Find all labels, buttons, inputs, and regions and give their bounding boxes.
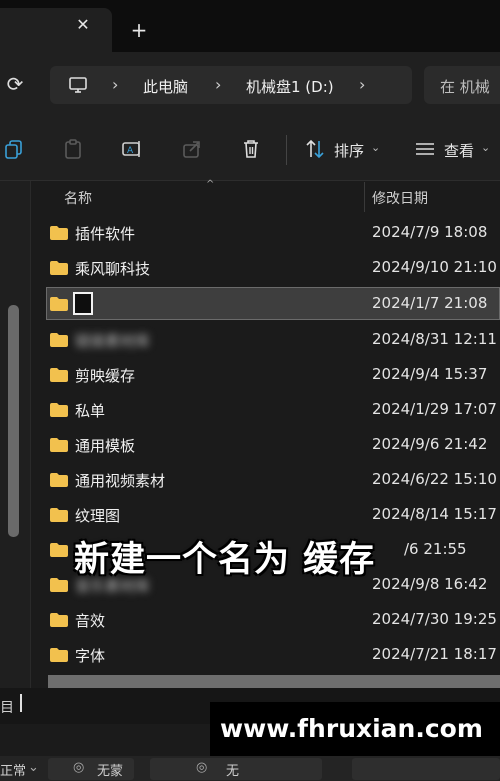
horizontal-scrollbar[interactable] — [48, 675, 500, 688]
item-name: 字体 — [75, 647, 106, 665]
video-caption: 新建一个名为 缓存 — [74, 540, 376, 580]
rename-icon[interactable]: A — [120, 137, 144, 161]
copy-icon[interactable] — [2, 137, 26, 161]
folder-icon — [50, 578, 68, 592]
blend-mode-value[interactable]: 正常 — [0, 760, 26, 779]
status-text: 目 — [0, 700, 14, 716]
item-name: 剪映缓存 — [75, 367, 136, 385]
share-icon[interactable] — [180, 137, 204, 161]
new-tab-button[interactable]: + — [128, 19, 150, 41]
column-divider[interactable] — [364, 182, 365, 212]
item-date: 2024/7/9 18:08 — [372, 223, 488, 241]
item-name: 链接素材库 — [75, 332, 151, 350]
item-name: 纹理图 — [75, 507, 121, 525]
folder-icon — [50, 297, 68, 311]
sort-ascending-icon: ^ — [206, 179, 215, 190]
folder-icon — [50, 613, 68, 627]
address-bar[interactable] — [50, 66, 412, 104]
item-date: 2024/9/8 16:42 — [372, 575, 488, 593]
item-date: 2024/6/22 15:10 — [372, 470, 497, 488]
chevron-down-icon[interactable]: ⌄ — [28, 760, 39, 775]
delete-icon[interactable] — [239, 137, 263, 161]
item-date: 2024/1/29 17:07 — [372, 400, 497, 418]
folder-icon — [50, 438, 68, 452]
item-date: 2024/8/14 15:17 — [372, 505, 497, 523]
item-date: 2024/9/4 15:37 — [372, 365, 488, 383]
item-name: 插件软件 — [75, 225, 136, 243]
item-name: 通用视频素材 — [75, 472, 166, 490]
item-name: 私单 — [75, 402, 106, 420]
breadcrumb-this-pc[interactable]: 此电脑 — [143, 76, 188, 97]
chevron-down-icon[interactable]: ⌄ — [371, 141, 380, 154]
item-name: 音效 — [75, 612, 106, 630]
watermark-text: www.fhruxian.com — [220, 714, 483, 743]
item-date: /6 21:55 — [404, 540, 467, 558]
item-date: 2024/1/7 21:08 — [372, 294, 488, 312]
breadcrumb-separator[interactable]: › — [112, 75, 118, 94]
pane-divider[interactable] — [30, 181, 31, 691]
sort-button[interactable]: 排序 — [334, 140, 364, 161]
toolbar-divider — [286, 135, 287, 165]
sort-icon[interactable] — [303, 137, 327, 161]
item-date: 2024/7/21 18:17 — [372, 645, 497, 663]
item-date: 2024/7/30 19:25 — [372, 610, 497, 628]
folder-icon — [50, 508, 68, 522]
color-swatch[interactable] — [352, 758, 500, 780]
effect-icon: ◎ — [196, 760, 208, 775]
column-header-date[interactable]: 修改日期 — [372, 188, 428, 208]
item-date: 2024/8/31 12:11 — [372, 330, 497, 348]
breadcrumb-separator[interactable]: › — [215, 75, 221, 94]
folder-icon — [50, 648, 68, 662]
folder-icon — [50, 473, 68, 487]
svg-text:A: A — [127, 146, 134, 156]
mask-value[interactable]: 无蒙 — [97, 760, 123, 779]
effect-value[interactable]: 无 — [226, 760, 239, 779]
folder-icon — [50, 261, 68, 275]
view-icon[interactable] — [413, 137, 437, 161]
column-header-row — [31, 181, 500, 213]
rename-input[interactable] — [73, 292, 93, 315]
view-button[interactable]: 查看 — [444, 140, 474, 161]
search-input[interactable]: 在 机械 — [440, 76, 490, 97]
paste-icon[interactable] — [61, 137, 85, 161]
refresh-icon[interactable]: ⟳ — [3, 72, 27, 96]
item-date: 2024/9/10 21:10 — [372, 258, 497, 276]
item-name: 通用模板 — [75, 437, 136, 455]
item-name: 乘风聊科技 — [75, 260, 151, 278]
breadcrumb-drive-d[interactable]: 机械盘1 (D:) — [246, 76, 334, 97]
status-caret — [20, 694, 22, 712]
folder-icon — [50, 368, 68, 382]
this-pc-icon — [69, 77, 87, 93]
folder-icon — [50, 543, 68, 557]
folder-icon — [50, 403, 68, 417]
column-header-name[interactable]: 名称 — [64, 188, 92, 208]
folder-icon — [50, 226, 68, 240]
nav-scrollbar[interactable] — [8, 305, 19, 537]
close-tab-icon[interactable]: ✕ — [70, 12, 96, 38]
breadcrumb-separator[interactable]: › — [359, 75, 365, 94]
item-date: 2024/9/6 21:42 — [372, 435, 488, 453]
mask-icon: ◎ — [73, 760, 85, 775]
folder-icon — [50, 333, 68, 347]
chevron-down-icon[interactable]: ⌄ — [481, 141, 490, 154]
